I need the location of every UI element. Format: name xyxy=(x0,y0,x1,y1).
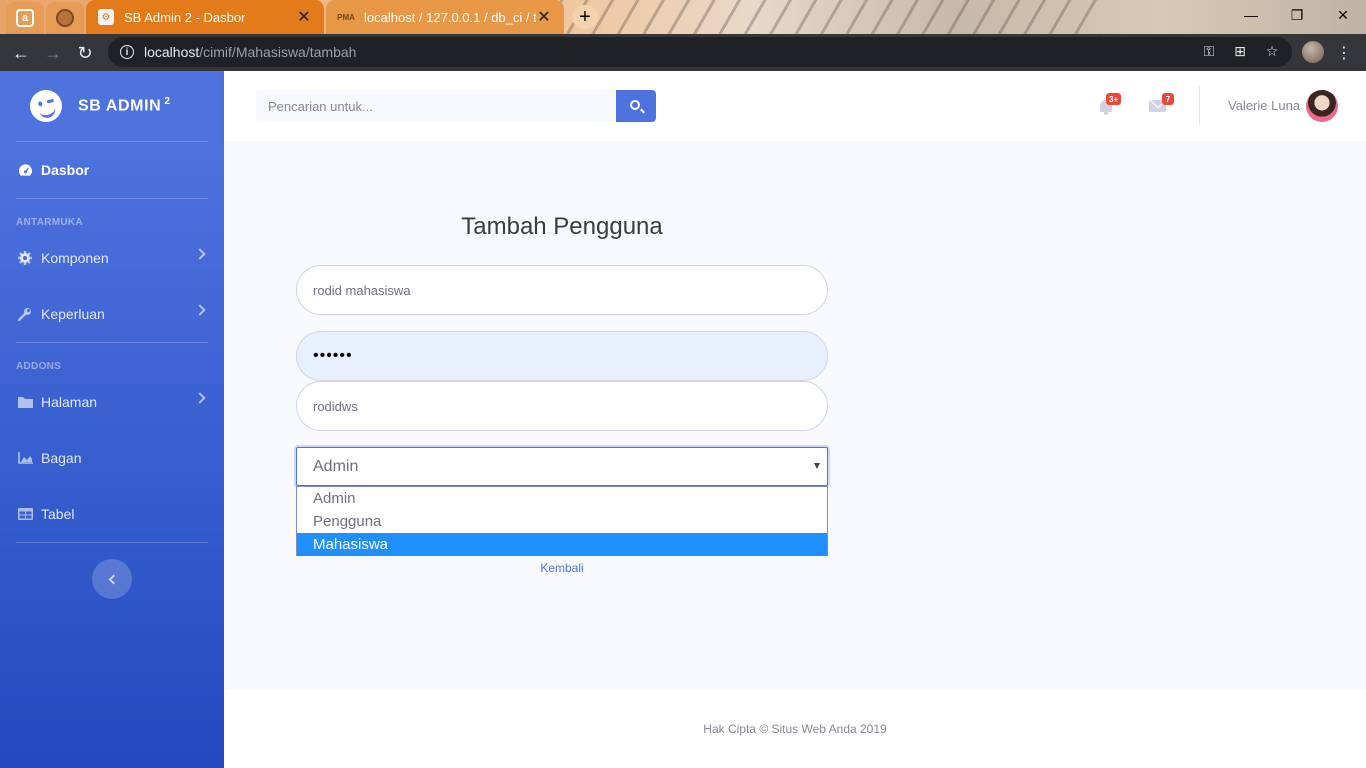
forward-arrow-icon[interactable]: → xyxy=(40,40,66,66)
tab-strip-wallpaper xyxy=(560,0,1100,34)
main-content: Tambah Pengguna Admin Admin Pengguna Mah… xyxy=(224,141,1366,690)
sidebar-item-label: Keperluan xyxy=(41,306,105,322)
tachometer-icon xyxy=(17,162,33,178)
chart-area-icon xyxy=(17,450,33,466)
sidebar-heading-interface: ANTARMUKA xyxy=(16,217,83,228)
pinned-tab-2[interactable] xyxy=(46,2,84,34)
sidebar-item-label: Tabel xyxy=(41,506,75,522)
sidebar-divider xyxy=(16,342,208,343)
folder-icon xyxy=(17,394,33,410)
reload-icon[interactable]: ↻ xyxy=(72,40,98,66)
sidebar-divider xyxy=(16,542,208,543)
chevron-right-icon xyxy=(194,304,206,316)
back-arrow-icon[interactable]: ← xyxy=(8,40,34,66)
brand-text: SB ADMIN xyxy=(78,97,162,115)
pinned-tab-1[interactable]: a xyxy=(6,2,44,34)
site-info-icon[interactable]: i xyxy=(120,45,134,59)
search-input[interactable] xyxy=(256,90,616,122)
sidebar-item-label: Halaman xyxy=(41,394,98,410)
page-title: Tambah Pengguna xyxy=(461,213,663,240)
sidebar-item-label: Dasbor xyxy=(41,162,90,178)
sidebar-brand[interactable]: SB ADMIN 2 xyxy=(0,71,224,141)
role-option-pengguna[interactable]: Pengguna xyxy=(297,510,827,533)
bookmark-star-icon[interactable]: ☆ xyxy=(1263,42,1281,60)
restore-button[interactable]: ❐ xyxy=(1274,0,1320,30)
close-icon[interactable]: ✕ xyxy=(536,7,552,27)
chevron-right-icon xyxy=(194,248,206,260)
topbar: 3+ 7 Valerie Luna xyxy=(224,71,1366,141)
translate-icon[interactable]: ⊞ xyxy=(1231,42,1249,60)
brand-name: SB ADMIN 2 xyxy=(78,96,171,115)
sidebar: SB ADMIN 2 Dasbor ANTARMUKA Komponen Kepe… xyxy=(0,71,224,768)
app-icon: a xyxy=(16,9,34,27)
minimize-button[interactable]: — xyxy=(1228,0,1274,30)
address-bar[interactable]: i localhost/cimif/Mahasiswa/tambah xyxy=(108,37,1292,67)
cog-icon xyxy=(17,250,33,266)
sidebar-item-utilities[interactable]: Keperluan xyxy=(0,296,224,332)
globe-icon xyxy=(56,9,74,27)
username-field[interactable] xyxy=(296,381,828,431)
browser-toolbar: ← → ↻ i localhost/cimif/Mahasiswa/tambah… xyxy=(0,34,1366,71)
copyright-text: Hak Cipta © Situs Web Anda 2019 xyxy=(703,722,887,736)
user-avatar[interactable] xyxy=(1306,90,1338,122)
sidebar-heading-addons: ADDONS xyxy=(16,361,62,372)
tab-phpmyadmin[interactable]: PMA localhost / 127.0.0.1 / db_ci / tm ✕ xyxy=(326,0,564,34)
profile-avatar[interactable] xyxy=(1302,41,1324,63)
tab-title: localhost / 127.0.0.1 / db_ci / tm xyxy=(364,9,536,25)
sidebar-item-tables[interactable]: Tabel xyxy=(0,496,224,532)
sidebar-item-label: Bagan xyxy=(41,450,82,466)
back-link[interactable]: Kembali xyxy=(296,561,828,575)
window-close-button[interactable]: ✕ xyxy=(1320,0,1366,30)
url-text[interactable]: localhost/cimif/Mahasiswa/tambah xyxy=(144,44,356,60)
sidebar-item-label: Komponen xyxy=(41,250,109,266)
key-icon[interactable]: ⚿ xyxy=(1200,42,1218,60)
password-field[interactable] xyxy=(296,331,828,381)
tab-title: SB Admin 2 - Dasbor xyxy=(124,9,246,25)
browser-tab-strip: a ⚙ SB Admin 2 - Dasbor ✕ PMA localhost … xyxy=(0,0,1366,34)
role-select-value: Admin xyxy=(313,457,359,475)
tab-sb-admin[interactable]: ⚙ SB Admin 2 - Dasbor ✕ xyxy=(86,0,324,34)
chevron-right-icon xyxy=(194,392,206,404)
sidebar-toggle-button[interactable] xyxy=(92,559,132,599)
topbar-divider xyxy=(1199,85,1200,125)
name-field[interactable] xyxy=(296,265,828,315)
sidebar-divider xyxy=(16,141,208,142)
sidebar-item-components[interactable]: Komponen xyxy=(0,240,224,276)
laugh-wink-icon xyxy=(26,86,66,126)
wrench-icon xyxy=(17,306,33,322)
more-menu-icon[interactable]: ⋮ xyxy=(1336,40,1352,66)
search-icon xyxy=(630,100,640,110)
user-name[interactable]: Valerie Luna xyxy=(1228,98,1300,113)
footer: Hak Cipta © Situs Web Anda 2019 xyxy=(224,690,1366,768)
brand-version: 2 xyxy=(164,96,171,108)
url-host: localhost xyxy=(144,44,200,60)
url-path: /cimif/Mahasiswa/tambah xyxy=(199,44,357,60)
alerts-badge: 3+ xyxy=(1106,93,1122,105)
sidebar-item-pages[interactable]: Halaman xyxy=(0,384,224,420)
search-button[interactable] xyxy=(616,90,656,122)
table-icon xyxy=(17,506,33,522)
role-select[interactable]: Admin xyxy=(296,447,828,486)
role-dropdown-list: Admin Pengguna Mahasiswa xyxy=(296,486,828,556)
chevron-left-icon xyxy=(108,574,119,584)
role-option-admin[interactable]: Admin xyxy=(297,487,827,510)
messages-badge: 7 xyxy=(1162,93,1174,105)
role-option-mahasiswa[interactable]: Mahasiswa xyxy=(297,533,827,556)
close-icon[interactable]: ✕ xyxy=(296,7,312,27)
xampp-icon: ⚙ xyxy=(98,9,114,25)
dropdown-arrow-icon xyxy=(814,463,820,469)
sidebar-item-charts[interactable]: Bagan xyxy=(0,440,224,476)
sidebar-item-dashboard[interactable]: Dasbor xyxy=(0,152,224,188)
phpmyadmin-icon: PMA xyxy=(337,12,355,22)
sidebar-divider xyxy=(16,198,208,199)
new-tab-button[interactable]: + xyxy=(572,5,598,29)
